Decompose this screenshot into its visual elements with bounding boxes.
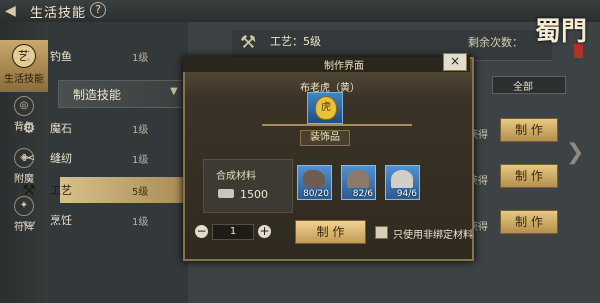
craft-button[interactable]: 制 作 [295, 220, 366, 244]
close-button[interactable]: × [443, 53, 467, 71]
skill-level: 1级 [132, 217, 149, 228]
chevron-right-icon[interactable]: ❯ [566, 140, 584, 165]
remaining-count-label: 剩余次数： [468, 36, 523, 49]
skill-name: 缝纫 [50, 152, 72, 165]
category-label: 制造技能 [73, 88, 122, 102]
filter-dropdown[interactable]: 全部 [492, 76, 566, 94]
quantity-input[interactable]: 1 [212, 224, 254, 240]
skill-item-sewing[interactable]: ✂ 缝纫 1级 [8, 143, 186, 173]
increase-quantity-button[interactable]: + [258, 225, 271, 238]
skill-item-fishing[interactable]: ⚓ 钓鱼 1级 [8, 41, 186, 71]
silver-ore-icon [391, 170, 413, 188]
material-count: 82/6 [352, 189, 373, 199]
decrease-quantity-button[interactable]: − [195, 225, 208, 238]
skill-item-cooking[interactable]: ◡ 烹饪 1级 [8, 205, 186, 235]
non-bound-materials-checkbox[interactable] [375, 226, 388, 239]
filter-value: 全部 [513, 82, 533, 93]
scissors-icon: ✂ [22, 149, 36, 167]
material-count: 94/6 [396, 189, 417, 199]
skill-level: 1级 [132, 155, 149, 166]
skill-level: 5级 [132, 187, 149, 198]
craft-list-button[interactable]: 制 作 [500, 164, 558, 188]
item-type-label: 装饰品 [300, 130, 350, 146]
craft-list-button[interactable]: 制 作 [500, 210, 558, 234]
bowl-icon: ◡ [22, 211, 36, 229]
back-arrow-icon[interactable]: ◀ [5, 3, 23, 19]
skill-item-craft[interactable]: ⚒ 工艺 5级 [8, 175, 186, 205]
gear-icon: ⚙ [22, 119, 36, 137]
silver-coin-icon [218, 189, 234, 198]
skill-item-magic-stone[interactable]: ⚙ 魔石 1级 [8, 113, 186, 143]
material-slot[interactable]: 94/6 [385, 165, 420, 200]
skill-name: 工艺 [50, 184, 72, 197]
skill-level: 1级 [132, 53, 149, 64]
craft-list-button[interactable]: 制 作 [500, 118, 558, 142]
caret-down-icon: ▼ [170, 86, 178, 97]
skill-level: 1级 [132, 125, 149, 136]
skill-name: 钓鱼 [50, 50, 72, 63]
tiger-icon: 虎 [315, 96, 337, 120]
game-logo: 蜀門 [534, 17, 587, 47]
hammer-icon: ⚒ [22, 181, 36, 199]
decorative-flowers [0, 270, 48, 303]
dialog-title: 制作界面 [324, 61, 364, 72]
item-slot[interactable]: 虎 [307, 92, 343, 124]
material-slot[interactable]: 82/6 [341, 165, 376, 200]
page-title: 生活技能 [30, 6, 87, 21]
nav-label: 生活技能 [4, 74, 44, 85]
materials-label: 合成材料 [216, 171, 256, 182]
rock-icon [303, 170, 325, 188]
non-bound-materials-label: 只使用非绑定材料 [393, 230, 473, 241]
material-count: 80/20 [303, 189, 329, 199]
hammer-icon: ⚒ [240, 32, 257, 53]
craft-level-label: 工艺：5级 [270, 35, 321, 48]
ore-icon [347, 170, 369, 188]
logo-seal [574, 44, 583, 58]
skill-name: 烹饪 [50, 214, 72, 227]
material-slot[interactable]: 80/20 [297, 165, 332, 200]
fishhook-icon: ⚓ [22, 47, 36, 65]
craft-cost: 1500 [240, 188, 268, 201]
category-header-crafting[interactable]: 制造技能 [58, 80, 188, 108]
help-icon[interactable]: ? [90, 2, 106, 18]
skill-name: 魔石 [50, 122, 72, 135]
